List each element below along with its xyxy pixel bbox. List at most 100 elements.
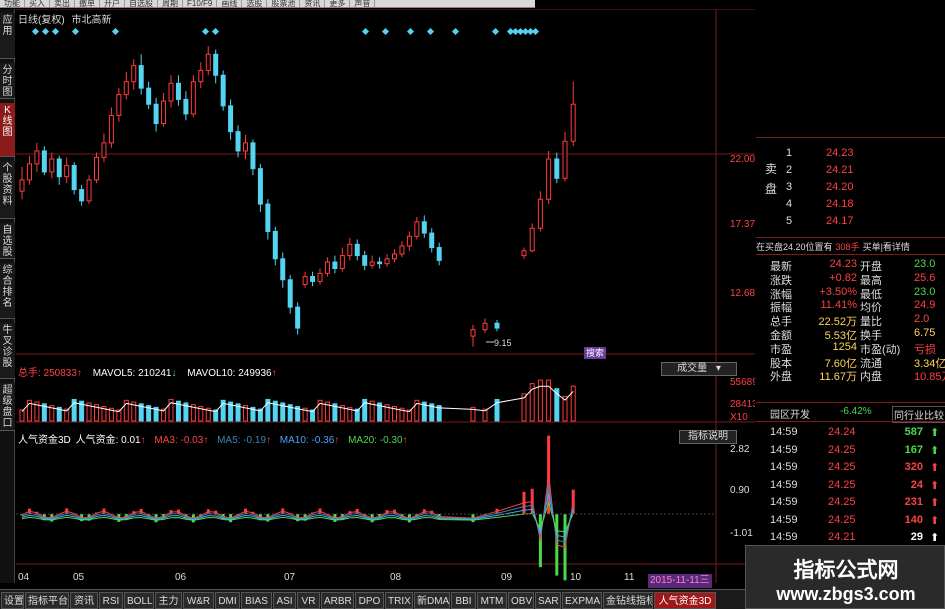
volume-indicator-dropdown[interactable]: 成交量 ▾ bbox=[661, 362, 737, 376]
top-menu-item[interactable]: 股票池 bbox=[267, 0, 301, 7]
top-menu-item[interactable]: 画线 bbox=[217, 0, 243, 7]
signal-marker bbox=[71, 27, 80, 36]
indicator-tab[interactable]: TRIX bbox=[385, 592, 413, 609]
candle bbox=[79, 184, 85, 206]
tick-price: 24.25 bbox=[828, 478, 856, 491]
stat-value: 1254 bbox=[832, 340, 857, 353]
stat-key: 外盘 bbox=[770, 371, 792, 384]
top-menu-item[interactable]: 资讯 bbox=[300, 0, 326, 7]
stat-key: 内盘 bbox=[860, 371, 882, 384]
left-tab-3[interactable]: 个股资料 bbox=[0, 161, 15, 219]
candle bbox=[205, 46, 211, 76]
candle bbox=[384, 253, 390, 267]
indicator-tab[interactable]: 指标平台 bbox=[25, 592, 69, 609]
indicator-tab[interactable]: SAR bbox=[535, 592, 561, 609]
indicator-tab[interactable]: DMI bbox=[215, 592, 240, 609]
indicator-tab[interactable]: 资讯 bbox=[70, 592, 98, 609]
indicator-tab[interactable]: 新DMA bbox=[414, 592, 450, 609]
candle bbox=[175, 75, 181, 106]
tick-volume: 231 bbox=[904, 496, 923, 508]
x-axis-label: 05 bbox=[73, 572, 85, 583]
left-tab-6[interactable]: 牛叉诊股 bbox=[0, 323, 15, 379]
indicator-tab[interactable]: 金钻线指标 bbox=[603, 592, 653, 609]
signal-marker bbox=[381, 27, 390, 36]
indicator-tab[interactable]: MTM bbox=[477, 592, 507, 609]
chart-title: 日线(复权) 市北高新 bbox=[18, 11, 111, 26]
candle bbox=[280, 252, 286, 288]
left-tab-4[interactable]: 自选股 bbox=[0, 223, 15, 259]
signal-marker bbox=[31, 27, 40, 36]
left-tab-strip: 应用分时图 K线图个股资料自选股综合排名牛叉诊股超级盘口 bbox=[0, 9, 15, 583]
top-menu-item[interactable]: 选股 bbox=[242, 0, 268, 7]
event-tag[interactable]: 搜索 bbox=[584, 347, 607, 359]
left-tab-0[interactable]: 应用 bbox=[0, 13, 15, 59]
candle bbox=[429, 228, 435, 253]
indicator-tab[interactable]: BOLL bbox=[124, 592, 154, 609]
left-tab-2[interactable]: K线图 bbox=[0, 103, 15, 157]
top-menu-item[interactable]: F10/F9 bbox=[183, 0, 218, 7]
stat-row: 总手 22.52万 量比 2.0 bbox=[756, 313, 945, 328]
tick-time: 14:59 bbox=[770, 513, 798, 526]
indicator-help-button[interactable]: 指标说明 bbox=[679, 430, 737, 444]
indicator-tab[interactable]: ARBR bbox=[321, 592, 354, 609]
indicator-tab[interactable]: W&R bbox=[183, 592, 214, 609]
left-tab-1[interactable]: 分时图 bbox=[0, 63, 15, 99]
indicator-tab[interactable]: 主力 bbox=[155, 592, 182, 609]
price-axis-label: 22.00 bbox=[730, 154, 755, 165]
order-info-detail-link[interactable]: 买单|看详情 bbox=[863, 242, 910, 252]
x-axis-label: 10 bbox=[570, 572, 582, 583]
signal-marker bbox=[51, 27, 60, 36]
tick-volume: 320 bbox=[904, 461, 923, 473]
left-tab-5[interactable]: 综合排名 bbox=[0, 263, 15, 319]
candle bbox=[116, 88, 122, 122]
order-book-row[interactable]: 5 24.17 bbox=[756, 215, 945, 232]
order-info-line[interactable]: 在买盘24.20位置有 308手 买单|看详情 bbox=[756, 240, 945, 253]
panel-divider bbox=[756, 402, 945, 403]
tick-price: 24.25 bbox=[828, 496, 856, 508]
top-menu-item[interactable]: 撤单 bbox=[75, 0, 100, 7]
indicator-tab[interactable]: OBV bbox=[508, 592, 534, 609]
order-book-row[interactable]: 1 24.23 bbox=[756, 147, 945, 164]
top-menu-item[interactable]: 开户 bbox=[100, 0, 125, 7]
indicator-axis-label: 2.82 bbox=[730, 444, 750, 455]
kline-chart-svg[interactable]: 22.00 17.37 12.68 9.15 55689 28413 X10 2.82 0.90… bbox=[16, 9, 755, 583]
candle bbox=[153, 97, 159, 132]
order-price: 24.18 bbox=[826, 198, 854, 210]
indicator-tab[interactable]: ASI bbox=[273, 592, 296, 609]
order-book-row[interactable]: 4 24.18 bbox=[756, 198, 945, 215]
top-menu-item[interactable]: 卖出 bbox=[50, 0, 75, 7]
candle bbox=[406, 231, 412, 251]
stat-value: 24.9 bbox=[914, 299, 936, 312]
indicator-tab[interactable]: DPO bbox=[355, 592, 384, 609]
order-level: 3 bbox=[786, 181, 793, 193]
tick-time: 14:59 bbox=[770, 443, 798, 456]
top-menu-item[interactable]: 更多 bbox=[325, 0, 351, 7]
indicator-tab[interactable]: VR bbox=[297, 592, 320, 609]
left-tab-7[interactable]: 超级盘口 bbox=[0, 383, 15, 431]
indicator-tab[interactable]: EXPMA bbox=[562, 592, 602, 609]
chart-area[interactable]: 22.00 17.37 12.68 9.15 55689 28413 X10 2.82 0.90… bbox=[16, 9, 755, 588]
indicator-tab[interactable]: BIAS bbox=[241, 592, 272, 609]
top-menu-item[interactable]: 自选股 bbox=[125, 0, 158, 7]
top-menu-item[interactable]: 买入 bbox=[25, 0, 50, 7]
indicator-tab[interactable]: 设置 bbox=[1, 592, 24, 609]
signal-marker bbox=[211, 27, 220, 36]
candle bbox=[354, 239, 360, 261]
indicator-tab[interactable]: 人气资金3D bbox=[654, 592, 716, 609]
indicator-ma5: MA5: -0.19 bbox=[217, 435, 267, 446]
order-book-row[interactable]: 2 24.21 bbox=[756, 164, 945, 181]
candle bbox=[295, 302, 301, 335]
stat-row: 最新 24.23 开盘 23.0 bbox=[756, 258, 945, 273]
top-menu-item[interactable]: 功能 bbox=[0, 0, 25, 7]
top-menu-item[interactable]: 声音 bbox=[350, 0, 376, 7]
order-book-row[interactable]: 3 24.20 bbox=[756, 181, 945, 198]
indicator-tab[interactable]: BBI bbox=[451, 592, 476, 609]
top-menu-item[interactable]: 周期 bbox=[158, 0, 183, 7]
indicator-tab[interactable]: RSI bbox=[99, 592, 123, 609]
chart-period-label: 日线(复权) bbox=[18, 15, 65, 26]
candle bbox=[228, 99, 234, 140]
tick-volume: 140 bbox=[904, 513, 923, 526]
stat-value: 25.6 bbox=[914, 271, 936, 284]
candle bbox=[34, 142, 40, 172]
tick-price: 24.24 bbox=[828, 426, 856, 438]
